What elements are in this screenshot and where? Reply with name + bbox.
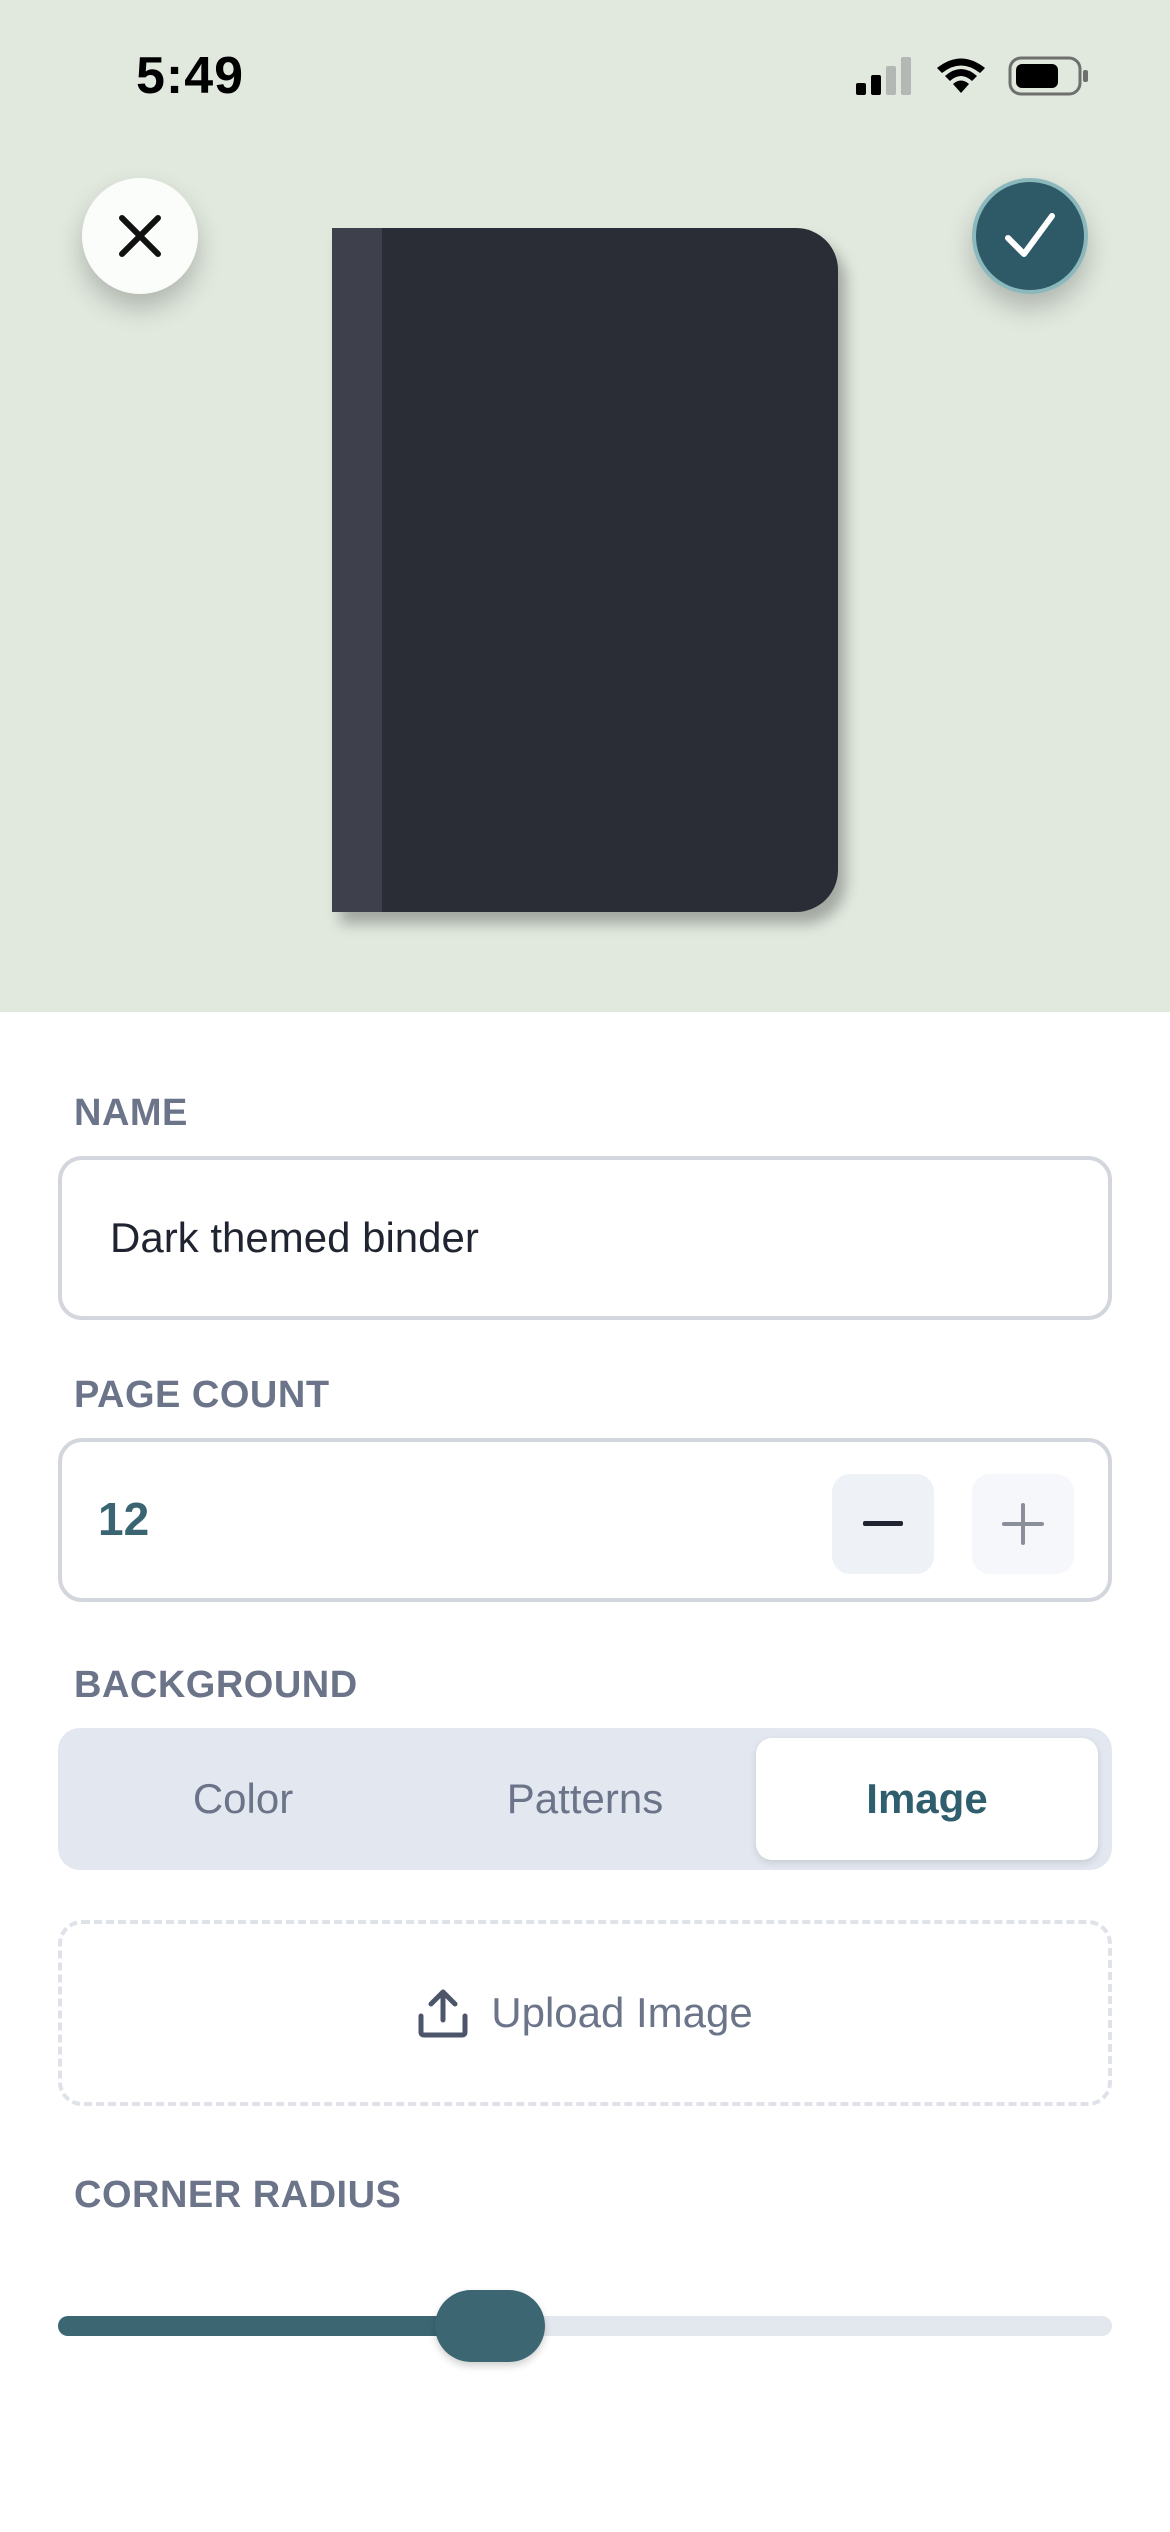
- background-label: BACKGROUND: [74, 1664, 358, 1706]
- status-time: 5:49: [136, 47, 245, 105]
- page-count-value: 12: [98, 1493, 150, 1545]
- status-icons: [856, 54, 1090, 98]
- page-count-field: 12: [58, 1438, 1112, 1602]
- minus-icon: [863, 1521, 903, 1526]
- upload-image-label: Upload Image: [491, 1989, 753, 2036]
- name-input[interactable]: [110, 1160, 1010, 1316]
- decrement-button[interactable]: [832, 1474, 934, 1574]
- name-field[interactable]: [58, 1156, 1112, 1320]
- binder-spine: [332, 228, 382, 912]
- plus-icon: [1002, 1503, 1044, 1545]
- close-icon: [119, 215, 161, 257]
- checkmark-icon: [1005, 213, 1055, 257]
- name-label: NAME: [74, 1092, 188, 1134]
- background-segmented-control: Color Patterns Image: [58, 1728, 1112, 1870]
- page-count-label: PAGE COUNT: [74, 1374, 330, 1416]
- slider-thumb[interactable]: [435, 2290, 545, 2362]
- close-button[interactable]: [82, 178, 198, 294]
- confirm-button[interactable]: [972, 178, 1088, 294]
- upload-image-button[interactable]: Upload Image: [58, 1920, 1112, 2106]
- binder-preview: [332, 228, 838, 912]
- battery-icon: [1008, 56, 1088, 96]
- increment-button[interactable]: [972, 1474, 1074, 1574]
- segment-color[interactable]: Color: [72, 1738, 414, 1860]
- corner-radius-slider[interactable]: [58, 2290, 1112, 2362]
- binder-preview-area: 5:49: [0, 0, 1170, 1012]
- corner-radius-label: CORNER RADIUS: [74, 2174, 402, 2216]
- wifi-icon: [937, 58, 985, 93]
- upload-icon: [418, 1989, 468, 2038]
- segment-image[interactable]: Image: [756, 1738, 1098, 1860]
- cellular-signal-icon: [856, 57, 911, 95]
- segment-patterns[interactable]: Patterns: [414, 1738, 756, 1860]
- slider-fill: [58, 2316, 490, 2336]
